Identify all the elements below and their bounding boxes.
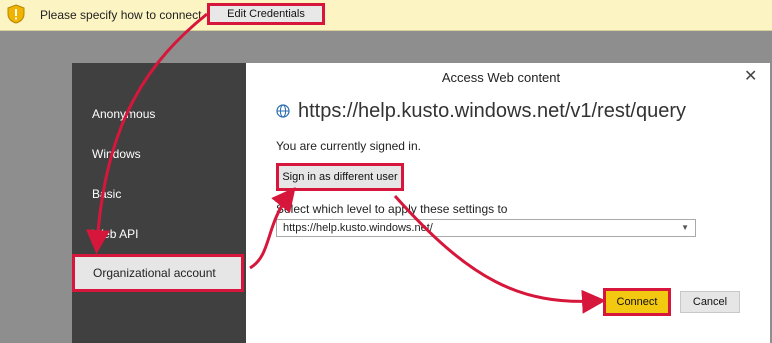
globe-icon: [276, 104, 290, 118]
level-label: Select which level to apply these settin…: [276, 202, 508, 216]
edit-credentials-button[interactable]: Edit Credentials: [207, 3, 325, 25]
level-select-value: https://help.kusto.windows.net/: [283, 222, 433, 234]
dialog-title: Access Web content: [441, 70, 561, 85]
warning-shield-icon: [7, 4, 25, 24]
chevron-down-icon: ▼: [681, 223, 689, 232]
warning-message: Please specify how to connect.: [40, 8, 205, 22]
signed-in-status: You are currently signed in.: [276, 139, 421, 153]
connect-button[interactable]: Connect: [603, 288, 671, 316]
url-heading: https://help.kusto.windows.net/v1/rest/q…: [298, 100, 686, 122]
warning-bar: Please specify how to connect. Edit Cred…: [0, 0, 772, 31]
close-icon[interactable]: ✕: [744, 66, 757, 86]
auth-web-api[interactable]: Web API: [92, 227, 138, 241]
auth-windows[interactable]: Windows: [92, 147, 141, 161]
auth-anonymous[interactable]: Anonymous: [92, 107, 155, 121]
auth-method-panel: Anonymous Windows Basic Web API: [72, 63, 246, 343]
level-select[interactable]: https://help.kusto.windows.net/ ▼: [276, 219, 696, 237]
auth-organizational-account[interactable]: Organizational account: [72, 254, 244, 292]
cancel-button[interactable]: Cancel: [680, 291, 740, 313]
auth-basic[interactable]: Basic: [92, 187, 121, 201]
sign-in-different-user-button[interactable]: Sign in as different user: [276, 163, 404, 191]
